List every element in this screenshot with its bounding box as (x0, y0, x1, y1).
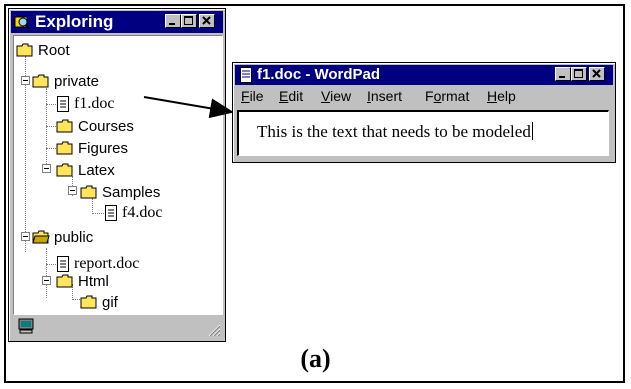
explorer-icon (14, 16, 30, 30)
tree-node-root[interactable]: Root (16, 40, 70, 60)
tree-label: f4.doc (122, 204, 163, 221)
document-area[interactable]: This is the text that needs to be modele… (237, 110, 609, 156)
folder-icon (80, 295, 97, 309)
folder-icon (56, 141, 73, 155)
folder-icon (56, 119, 73, 133)
document-icon (57, 256, 69, 272)
expander-public[interactable] (21, 232, 30, 241)
tree-label: gif (102, 293, 118, 311)
tree-node-figures[interactable]: Figures (56, 138, 128, 158)
expander-private[interactable] (21, 76, 30, 85)
close-button[interactable] (199, 14, 215, 28)
menu-insert[interactable]: Insert (367, 88, 402, 104)
menu-file[interactable]: File (241, 88, 264, 104)
tree-label: f1.doc (74, 95, 115, 112)
status-bar (13, 315, 221, 337)
close-button[interactable] (589, 67, 605, 81)
tree-node-latex[interactable]: Latex (56, 160, 115, 180)
tree-line (46, 88, 47, 170)
tree-node-f4doc[interactable]: f4.doc (104, 203, 162, 223)
wordpad-icon (240, 67, 252, 83)
tree-label: Root (38, 41, 70, 59)
tree-node-f1doc[interactable]: f1.doc (56, 94, 114, 114)
tree-node-courses[interactable]: Courses (56, 116, 134, 136)
menu-edit[interactable]: Edit (279, 88, 303, 104)
tree-label: Html (78, 272, 109, 290)
folder-open-icon (32, 230, 50, 244)
expander-html[interactable] (42, 276, 51, 285)
resize-grip-icon[interactable] (207, 323, 221, 337)
folder-icon (80, 185, 97, 199)
tree-label: private (54, 72, 100, 90)
minimize-icon (169, 23, 175, 25)
computer-icon (18, 318, 34, 334)
text-caret (531, 122, 533, 140)
document-text[interactable]: This is the text that needs to be modele… (257, 122, 533, 142)
wordpad-window[interactable]: f1.doc - WordPad File Edit View Insert F… (232, 62, 616, 163)
maximize-icon (184, 16, 193, 25)
tree-label: Samples (102, 183, 161, 201)
tree-label: Figures (78, 139, 129, 157)
wordpad-titlebar[interactable]: f1.doc - WordPad (235, 65, 613, 85)
menu-format[interactable]: Format (425, 88, 469, 104)
tree-line (25, 56, 26, 252)
maximize-button[interactable] (571, 67, 587, 81)
tree-label: public (54, 228, 94, 246)
minimize-icon (559, 76, 565, 78)
figure-caption: (a) (300, 344, 331, 373)
folder-icon (56, 274, 73, 288)
expander-samples[interactable] (68, 186, 77, 195)
folder-open-icon (32, 74, 49, 88)
folder-icon (16, 43, 33, 57)
folder-tree[interactable]: Root private f1.doc Courses Figures Late… (13, 35, 223, 315)
maximize-button[interactable] (181, 14, 197, 28)
close-icon (202, 16, 211, 25)
explorer-window[interactable]: Exploring Root private f1.doc Courses Fi… (8, 8, 226, 342)
tree-node-private[interactable]: private (32, 71, 99, 91)
document-icon (105, 205, 117, 221)
document-icon (57, 96, 69, 112)
explorer-titlebar[interactable]: Exploring (11, 11, 223, 33)
minimize-button[interactable] (555, 67, 571, 81)
tree-label: Latex (78, 161, 115, 179)
link-arrow (143, 96, 234, 119)
menu-bar: File Edit View Insert Format Help (235, 87, 613, 107)
minimize-button[interactable] (165, 14, 181, 28)
tree-label: Courses (78, 117, 134, 135)
tree-node-html[interactable]: Html (56, 271, 109, 291)
tree-node-samples[interactable]: Samples (80, 182, 160, 202)
explorer-title: Exploring (35, 12, 114, 31)
expander-latex[interactable] (42, 164, 51, 173)
wordpad-title: f1.doc - WordPad (257, 66, 381, 83)
menu-view[interactable]: View (321, 88, 351, 104)
folder-icon (56, 163, 73, 177)
menu-help[interactable]: Help (487, 88, 516, 104)
close-icon (592, 69, 601, 78)
tree-line (46, 248, 47, 298)
maximize-icon (574, 69, 583, 78)
tree-node-public[interactable]: public (32, 227, 93, 247)
tree-node-gif[interactable]: gif (80, 292, 118, 312)
